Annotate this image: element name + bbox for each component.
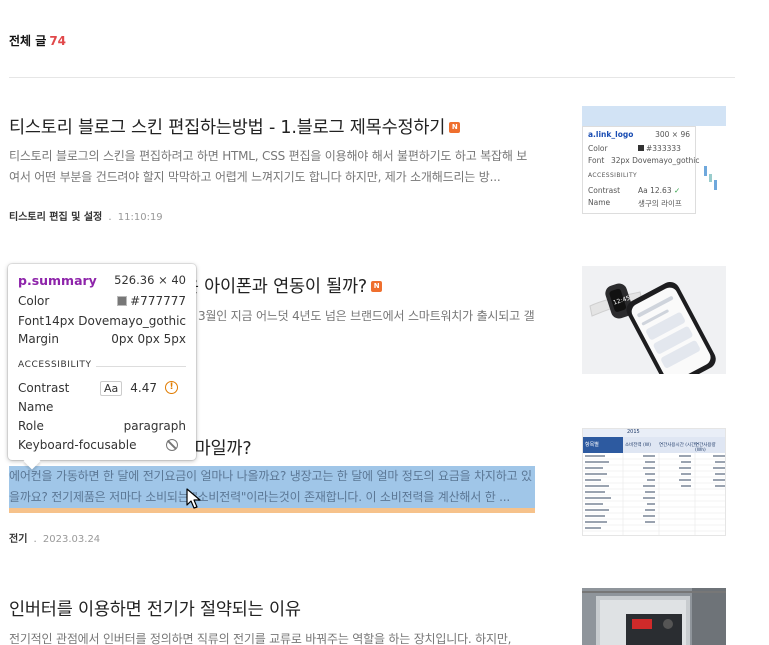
table-thumb-header: 항목별 [585,442,599,448]
thumb-tooltip-selector: a.link_logo [588,130,634,139]
table-thumb-grid [583,453,725,535]
post-summary[interactable]: 티스토리 블로그의 스킨을 편집하려고 하면 HTML, CSS 편집을 이용해… [9,146,535,188]
element-highlight-margin [9,508,535,513]
post-time: 2023.03.24 [42,534,101,545]
post-meta: 티스토리 편집 및 설정. 11:10:19 [9,208,163,223]
post-count-number: 74 [49,34,67,48]
post-meta: 전기. 2023.03.24 [9,530,100,545]
tooltip-size: 526.36 × 40 [114,273,186,287]
contrast-sample: Aa [100,381,123,396]
tooltip-selector: p.summary [18,273,97,288]
thumb-section-heading: ACCESSIBILITY [588,172,638,179]
inverter-photo [582,588,726,645]
thumb-color-value: #333333 [638,144,681,153]
thumb-font-label: Font [588,156,605,165]
mouse-cursor-icon [186,488,201,509]
meta-separator: . [108,210,112,223]
not-focusable-icon [166,438,178,451]
tooltip-section-heading: ACCESSIBILITY [18,360,186,370]
table-thumb-colhead: 소비전력 (W) 연간사용시간 (시간) 연간사용량 (Wh) [623,437,725,453]
thumb-name-value: 생구의 라이프 [638,199,682,208]
post-title[interactable]: 인버터를 이용하면 전기가 절약되는 이유 [9,596,301,621]
table-thumb-year: 2015 [627,429,640,435]
warning-icon: ! [165,381,178,394]
new-badge-icon: N [371,280,383,292]
meta-separator: . [33,532,37,545]
table-thumb-topbar: 2015 [583,429,725,437]
header-divider [9,77,735,78]
post-thumbnail[interactable]: 2015 항목별 소비전력 (W) 연간사용시간 (시간) 연간사용량 (Wh) [582,428,726,536]
check-icon: ✓ [674,186,681,195]
thumb-tooltip: a.link_logo 300 × 96 Color #333333 Font … [582,126,700,214]
thumb-highlight-bar [582,106,726,126]
post-summary[interactable]: 에어컨을 가동하면 한 달에 전기요금이 얼마나 나올까요? 냉장고는 한 달에… [9,466,535,508]
thumb-color-label: Color [588,144,608,153]
thumb-side-graphic [700,136,724,206]
post-count-label: 전체 글 [9,34,47,48]
thumb-name-label: Name [588,198,611,207]
post-thumbnail[interactable] [582,588,726,645]
post-thumbnail[interactable]: a.link_logo 300 × 96 Color #333333 Font … [582,106,726,214]
color-swatch-icon [117,295,128,306]
smartwatch-photo: 12:45 [582,266,726,374]
table-thumb-rowhead: 항목별 [583,437,623,453]
post-category[interactable]: 전기 [9,534,27,545]
thumb-contrast-label: Contrast [588,186,621,195]
post-thumbnail[interactable]: 12:45 [582,266,726,374]
post-title[interactable]: 티스토리 블로그 스킨 편집하는방법 - 1.블로그 제목수정하기 N [9,114,461,139]
thumb-tooltip-size: 300 × 96 [655,130,690,139]
post-time: 11:10:19 [117,212,163,223]
post-category[interactable]: 티스토리 편집 및 설정 [9,212,102,223]
new-badge-icon: N [449,121,461,133]
swatch-icon [638,145,644,151]
post-count-header: 전체 글 74 [9,32,66,49]
thumb-font-value: 32px Dovemayo_gothic [611,156,700,165]
post-summary[interactable]: 전기적인 관점에서 인버터를 정의하면 직류의 전기를 교류로 바꿔주는 역할을… [9,629,535,645]
thumb-contrast-value: Aa 12.63 ✓ [638,186,681,195]
inspector-tooltip: p.summary 526.36 × 40 Color #777777 Font… [8,264,196,460]
